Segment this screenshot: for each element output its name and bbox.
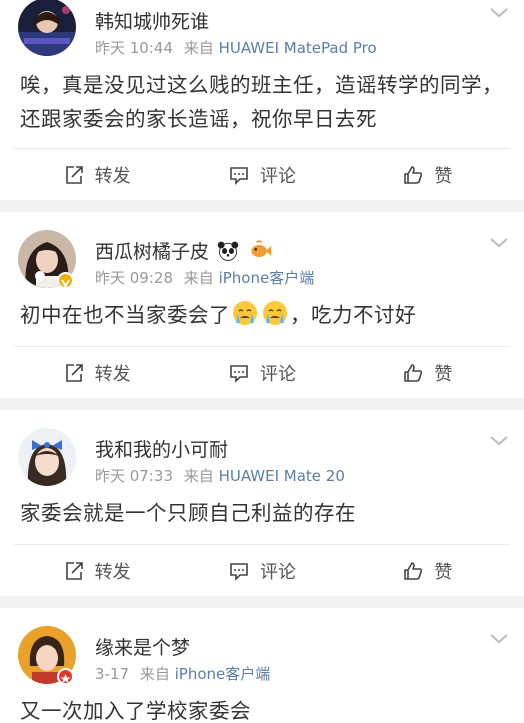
comment-icon	[230, 364, 248, 383]
repost-button[interactable]: 转发	[14, 149, 179, 200]
timestamp: 3-17	[95, 665, 130, 683]
username[interactable]: 韩知城帅死谁	[95, 7, 209, 34]
source-prefix: 来自	[139, 665, 170, 683]
thumbs-up-icon	[404, 561, 423, 580]
username-text: 西瓜树橘子皮	[95, 241, 210, 263]
repost-label: 转发	[94, 561, 131, 583]
username[interactable]: 我和我的小可耐	[95, 435, 228, 462]
post-card: 我和我的小可耐 昨天 07:33 来自 HUAWEI Mate 20 家委会就是…	[0, 410, 524, 596]
post-content: 初中在也不当家委会了 ，吃力不讨好	[0, 292, 524, 332]
thumbs-up-icon	[404, 363, 423, 382]
action-bar: 转发 评论 赞	[14, 346, 510, 398]
source-prefix: 来自	[183, 467, 214, 485]
source-prefix: 来自	[183, 39, 214, 57]
device-link[interactable]: HUAWEI Mate 20	[219, 467, 345, 485]
weibo-comment-feed: 韩知城帅死谁 昨天 10:44 来自 HUAWEI MatePad Pro 唉，…	[0, 0, 524, 723]
comment-button[interactable]: 评论	[179, 545, 344, 596]
like-label: 赞	[434, 165, 453, 187]
chevron-down-icon[interactable]	[488, 434, 510, 448]
thumbs-up-icon	[404, 165, 423, 184]
post-meta: 昨天 10:44 来自 HUAWEI MatePad Pro	[95, 37, 377, 58]
source-prefix: 来自	[183, 269, 214, 287]
repost-icon	[65, 363, 83, 382]
repost-button[interactable]: 转发	[14, 545, 179, 596]
timestamp: 昨天 09:28	[95, 269, 173, 287]
comment-label: 评论	[259, 165, 296, 187]
comment-button[interactable]: 评论	[179, 149, 344, 200]
like-label: 赞	[434, 363, 453, 385]
like-button[interactable]: 赞	[345, 545, 510, 596]
comment-icon	[230, 166, 248, 185]
username[interactable]: 缘来是个梦	[95, 633, 190, 660]
post-header: 缘来是个梦 3-17 来自 iPhone客户端	[0, 626, 524, 688]
post-meta: 昨天 09:28 来自 iPhone客户端	[95, 267, 314, 288]
username[interactable]: 西瓜树橘子皮	[95, 237, 273, 264]
comment-icon	[230, 562, 248, 581]
repost-label: 转发	[94, 165, 131, 187]
repost-label: 转发	[94, 363, 131, 385]
crying-face-emoji	[233, 301, 257, 325]
chevron-down-icon[interactable]	[488, 236, 510, 250]
crying-face-emoji	[263, 301, 287, 325]
like-button[interactable]: 赞	[345, 149, 510, 200]
repost-icon	[65, 165, 83, 184]
like-label: 赞	[434, 561, 453, 583]
post-card: 缘来是个梦 3-17 来自 iPhone客户端 又一次加入了学校家委会	[0, 608, 524, 723]
repost-icon	[65, 561, 83, 580]
post-card: 西瓜树橘子皮 昨天 09:28 来自 iPhone客户端 初中在也不当家委会了 ，…	[0, 212, 524, 398]
device-link[interactable]: iPhone客户端	[175, 665, 271, 683]
verified-badge	[57, 272, 74, 289]
post-header: 韩知城帅死谁 昨天 10:44 来自 HUAWEI MatePad Pro	[0, 0, 524, 60]
timestamp: 昨天 10:44	[95, 39, 173, 57]
post-content: 又一次加入了学校家委会	[20, 699, 251, 723]
device-link[interactable]: iPhone客户端	[219, 269, 315, 287]
device-link[interactable]: HUAWEI MatePad Pro	[219, 39, 377, 57]
comment-button[interactable]: 评论	[179, 347, 344, 398]
content-text: ，吃力不讨好	[290, 303, 416, 327]
post-content: 唉，真是没见过这么贱的班主任，造谣转学的同学，还跟家委会的家长造谣，祝你早日去死	[20, 73, 503, 131]
comment-label: 评论	[259, 561, 296, 583]
comment-label: 评论	[259, 363, 296, 385]
post-meta: 昨天 07:33 来自 HUAWEI Mate 20	[95, 465, 345, 486]
panda-emoji	[217, 241, 239, 261]
post-header: 我和我的小可耐 昨天 07:33 来自 HUAWEI Mate 20	[0, 428, 524, 490]
post-meta: 3-17 来自 iPhone客户端	[95, 663, 270, 684]
timestamp: 昨天 07:33	[95, 467, 173, 485]
chevron-down-icon[interactable]	[488, 632, 510, 646]
post-header: 西瓜树橘子皮 昨天 09:28 来自 iPhone客户端	[0, 230, 524, 292]
content-text: 初中在也不当家委会了	[20, 303, 230, 327]
post-content: 家委会就是一个只顾自己利益的存在	[20, 501, 356, 525]
verified-badge	[57, 668, 74, 685]
action-bar: 转发 评论 赞	[14, 544, 510, 596]
post-card: 韩知城帅死谁 昨天 10:44 来自 HUAWEI MatePad Pro 唉，…	[0, 0, 524, 200]
fish-emoji	[251, 240, 272, 257]
avatar[interactable]	[18, 0, 76, 56]
chevron-down-icon[interactable]	[488, 6, 510, 20]
avatar[interactable]	[18, 428, 76, 486]
action-bar: 转发 评论 赞	[14, 148, 510, 200]
repost-button[interactable]: 转发	[14, 347, 179, 398]
like-button[interactable]: 赞	[345, 347, 510, 398]
